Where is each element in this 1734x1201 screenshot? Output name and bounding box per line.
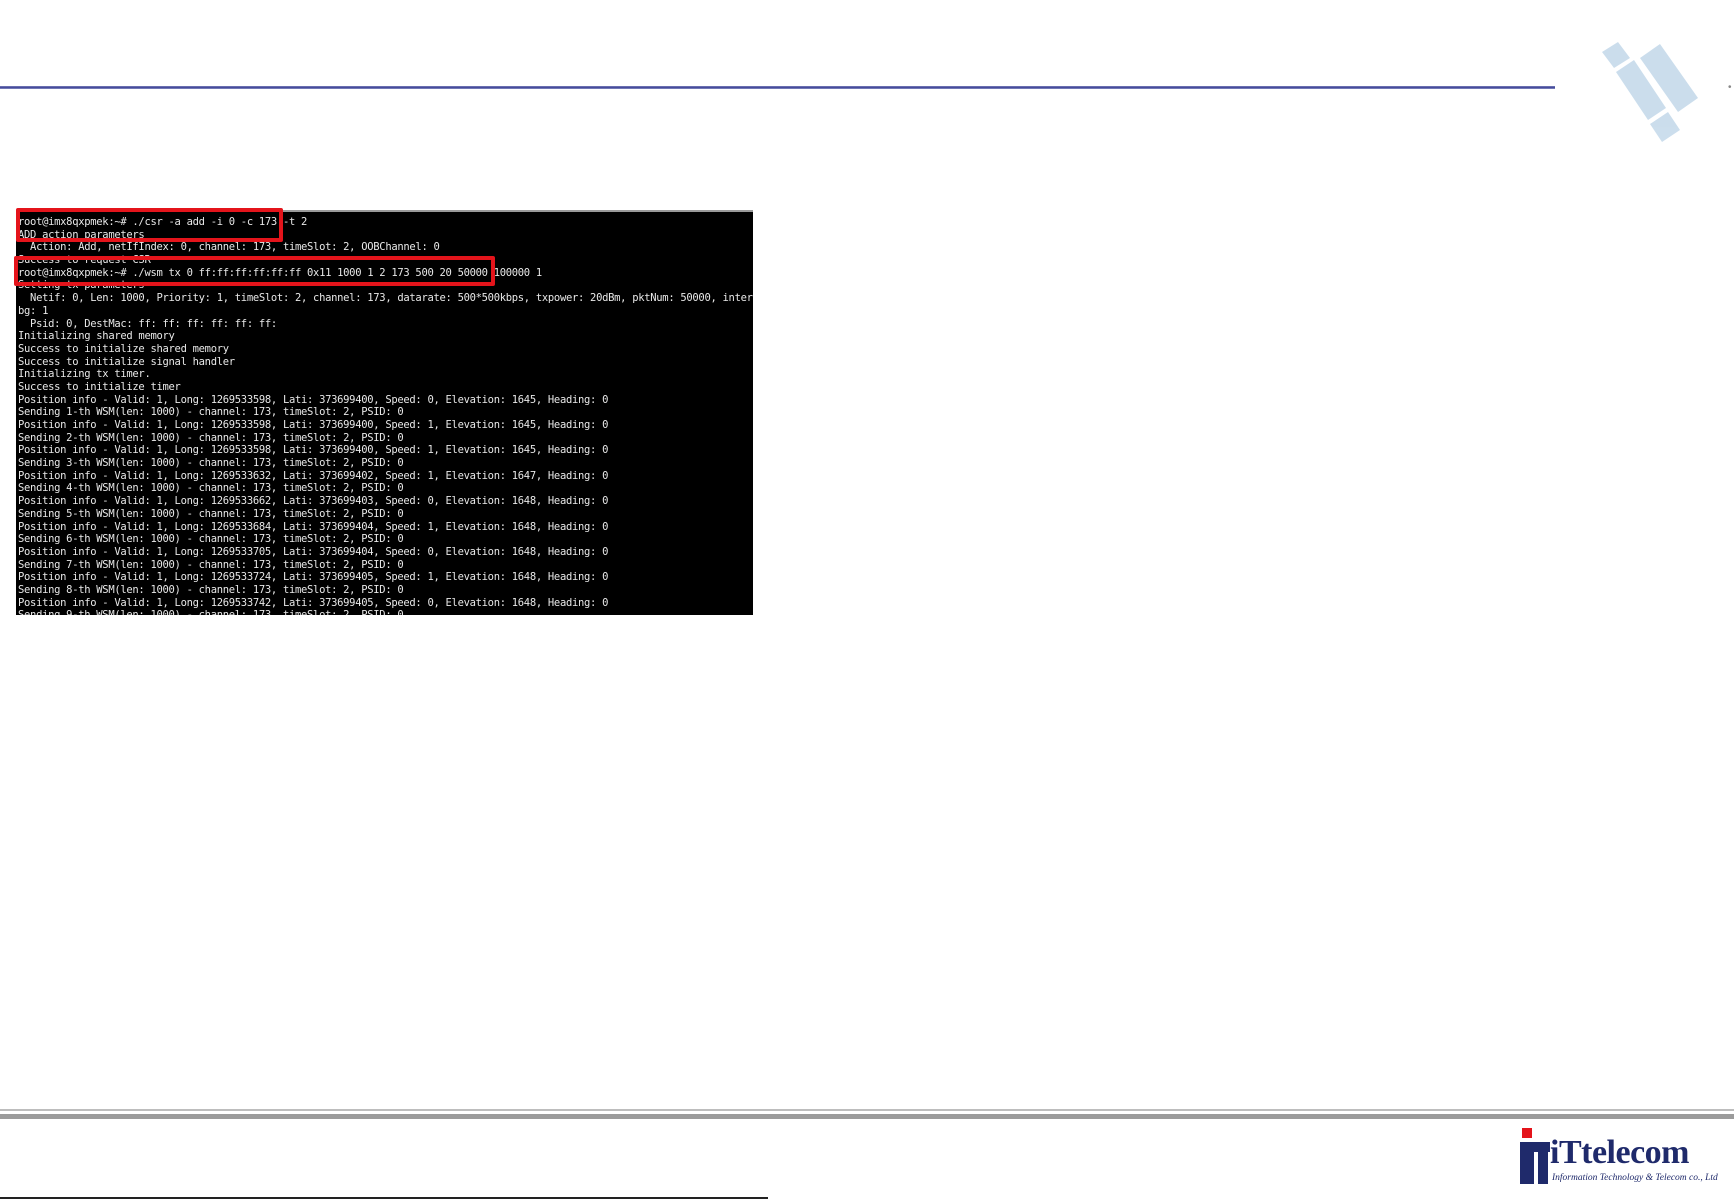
header-rule <box>0 86 1555 89</box>
company-logo: iTtelecom Information Technology & Telec… <box>1520 1128 1720 1188</box>
edge-mark: • <box>1728 82 1732 93</box>
footer-underline <box>0 1197 768 1199</box>
logo-tagline: Information Technology & Telecom co., Lt… <box>1552 1173 1718 1183</box>
terminal-line: bg: 1 <box>18 304 49 317</box>
terminal-line: Psid: 0, DestMac: ff: ff: ff: ff: ff: ff… <box>18 317 277 330</box>
highlight-csr-command <box>16 208 283 242</box>
terminal-line: Sending 3-th WSM(len: 1000) - channel: 1… <box>18 457 404 470</box>
terminal-line: Initializing shared memory <box>18 330 175 343</box>
it-logo-mark-icon <box>1520 1128 1550 1184</box>
terminal-line: Position info - Valid: 1, Long: 12695336… <box>18 495 609 508</box>
terminal-line: Position info - Valid: 1, Long: 12695337… <box>18 545 609 558</box>
terminal-line: Sending 8-th WSM(len: 1000) - channel: 1… <box>18 583 404 596</box>
terminal-line: Success to initialize shared memory <box>18 342 229 355</box>
it-logo-watermark-icon <box>1602 42 1698 142</box>
terminal-line: Success to initialize signal handler <box>18 355 235 368</box>
terminal-line: Sending 5-th WSM(len: 1000) - channel: 1… <box>18 507 404 520</box>
terminal-line: Position info - Valid: 1, Long: 12695336… <box>18 520 609 533</box>
terminal-line: Position info - Valid: 1, Long: 12695337… <box>18 571 609 584</box>
terminal-line: Position info - Valid: 1, Long: 12695336… <box>18 469 609 482</box>
footer-rule-thick <box>0 1114 1734 1119</box>
terminal-line: Position info - Valid: 1, Long: 12695337… <box>18 596 609 609</box>
terminal-line: Success to initialize timer <box>18 380 181 393</box>
footer-rule-thin <box>0 1109 1734 1111</box>
logo-wordmark: iTtelecom <box>1550 1134 1690 1171</box>
terminal-line: Netif: 0, Len: 1000, Priority: 1, timeSl… <box>30 292 753 305</box>
terminal-line: Position info - Valid: 1, Long: 12695335… <box>18 444 609 457</box>
highlight-wsm-command <box>14 256 495 286</box>
terminal-line: Sending 6-th WSM(len: 1000) - channel: 1… <box>18 533 404 546</box>
terminal-line: Sending 7-th WSM(len: 1000) - channel: 1… <box>18 558 404 571</box>
terminal-line: Position info - Valid: 1, Long: 12695335… <box>18 393 609 406</box>
terminal-line: Sending 2-th WSM(len: 1000) - channel: 1… <box>18 431 404 444</box>
terminal-line: Position info - Valid: 1, Long: 12695335… <box>18 419 609 431</box>
terminal-line: Initializing tx timer. <box>18 368 151 381</box>
terminal-line: Action: Add, netIfIndex: 0, channel: 173… <box>18 241 440 254</box>
terminal-line: Sending 1-th WSM(len: 1000) - channel: 1… <box>18 406 404 419</box>
terminal-line: Sending 4-th WSM(len: 1000) - channel: 1… <box>18 482 404 495</box>
terminal-line: Sending 9-th WSM(len: 1000) - channel: 1… <box>18 609 753 615</box>
